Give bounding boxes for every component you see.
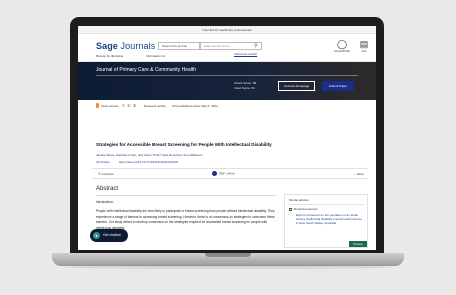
similar-articles-heading: Similar articles: xyxy=(289,198,310,202)
laptop-screen: Intended for healthcare professionals Sa… xyxy=(78,26,376,250)
top-notice: Intended for healthcare professionals xyxy=(78,26,376,34)
more-menu[interactable]: ⋯ More xyxy=(353,172,364,176)
laptop-shadow xyxy=(64,265,392,269)
chatbot-button[interactable]: ● Get chatbot xyxy=(90,229,128,242)
browse-menu[interactable]: Browse by discipline xyxy=(96,54,123,58)
author-link[interactable]: Julian Trollor xyxy=(144,153,161,157)
sage-journals-logo[interactable]: Sage Journals xyxy=(96,41,155,51)
logo-bold: Sage xyxy=(96,41,118,51)
volume-link[interactable]: All Articles xyxy=(96,160,110,164)
view-all-authors-link[interactable]: View all authors and affiliations xyxy=(162,153,203,157)
laptop-notch xyxy=(205,253,251,257)
site-header: Sage Journals Search this journal Enter … xyxy=(78,34,376,62)
doi-row: All Articles https://doi.org/10.1177/215… xyxy=(96,160,186,164)
more-label: More xyxy=(357,172,364,176)
search-input[interactable]: Enter search terms... xyxy=(200,42,262,50)
privacy-button[interactable]: Privacy xyxy=(349,241,367,247)
pdf-label: PDF / ePub xyxy=(219,171,235,176)
submit-paper-button[interactable]: Submit Paper xyxy=(322,81,354,91)
chatbot-label: Get chatbot xyxy=(103,233,121,237)
open-access-icon xyxy=(96,103,99,108)
cart-icon: ▤ xyxy=(359,39,369,49)
article-type: Research article xyxy=(144,104,166,108)
chat-icon: ● xyxy=(93,232,100,239)
license-icons[interactable]: © ① ⑤ xyxy=(122,103,137,108)
person-icon: ◯ xyxy=(336,39,348,49)
author-link[interactable]: Rachael Cvejic xyxy=(116,153,136,157)
doi-link[interactable]: https://doi.org/10.1177/2150131924123130… xyxy=(119,160,178,164)
panel-divider xyxy=(288,204,364,205)
article-toolbar: ☰ Contents PDF / ePub ⋯ More xyxy=(92,168,368,179)
score-2: Cited Score: 64 xyxy=(234,86,255,90)
introduction-label: Introduction: xyxy=(96,200,114,204)
banner-divider xyxy=(96,75,358,76)
article-title: Strategies for Accessible Breast Screeni… xyxy=(96,142,272,147)
publish-date: First published online May 6, 2024 xyxy=(172,104,218,108)
similar-articles-panel: Similar articles: Restricted access Expe… xyxy=(284,194,368,248)
abstract-paragraph: People with intellectual disability are … xyxy=(96,209,275,230)
abstract-divider xyxy=(96,195,276,196)
restricted-label: Restricted access xyxy=(294,207,318,211)
advanced-search-link[interactable]: Advanced search xyxy=(234,52,257,56)
cart-label: Cart xyxy=(361,50,367,53)
pdf-icon xyxy=(212,171,217,176)
contents-tab[interactable]: ☰ Contents xyxy=(98,172,114,176)
article-meta: Open access © ① ⑤ Research article First… xyxy=(78,100,376,112)
score-1: Check Score: 68 xyxy=(234,81,257,85)
pdf-button[interactable]: PDF / ePub xyxy=(212,171,235,176)
logo-light: Journals xyxy=(120,41,156,51)
contents-label: Contents xyxy=(101,172,114,176)
journal-title[interactable]: Journal of Primary Care & Community Heal… xyxy=(96,67,196,73)
journal-banner: Journal of Primary Care & Community Heal… xyxy=(78,62,376,100)
account-button[interactable]: ◯ Access/Profile xyxy=(333,39,351,53)
abstract-heading: Abstract xyxy=(96,186,119,192)
stage: Intended for healthcare professionals Sa… xyxy=(0,0,456,295)
restricted-access: Restricted access xyxy=(289,207,318,211)
information-menu[interactable]: Information for xyxy=(146,54,165,58)
similar-article-link[interactable]: Expert consensus on the operation of an … xyxy=(296,213,362,225)
author-list: Janelle Weise, Rachael Cvejic, and Julia… xyxy=(96,153,203,157)
author-link[interactable]: Janelle Weise xyxy=(96,153,115,157)
restricted-icon xyxy=(289,207,292,211)
account-label: Access/Profile xyxy=(334,50,350,53)
search-scope-select[interactable]: Search this journal xyxy=(158,42,200,50)
cart-button[interactable]: ▤ Cart xyxy=(358,39,370,53)
journal-homepage-button[interactable]: Journal Homepage xyxy=(278,81,315,91)
search-icon[interactable]: ⚲ xyxy=(254,43,258,49)
open-access-label: Open access xyxy=(101,104,119,108)
